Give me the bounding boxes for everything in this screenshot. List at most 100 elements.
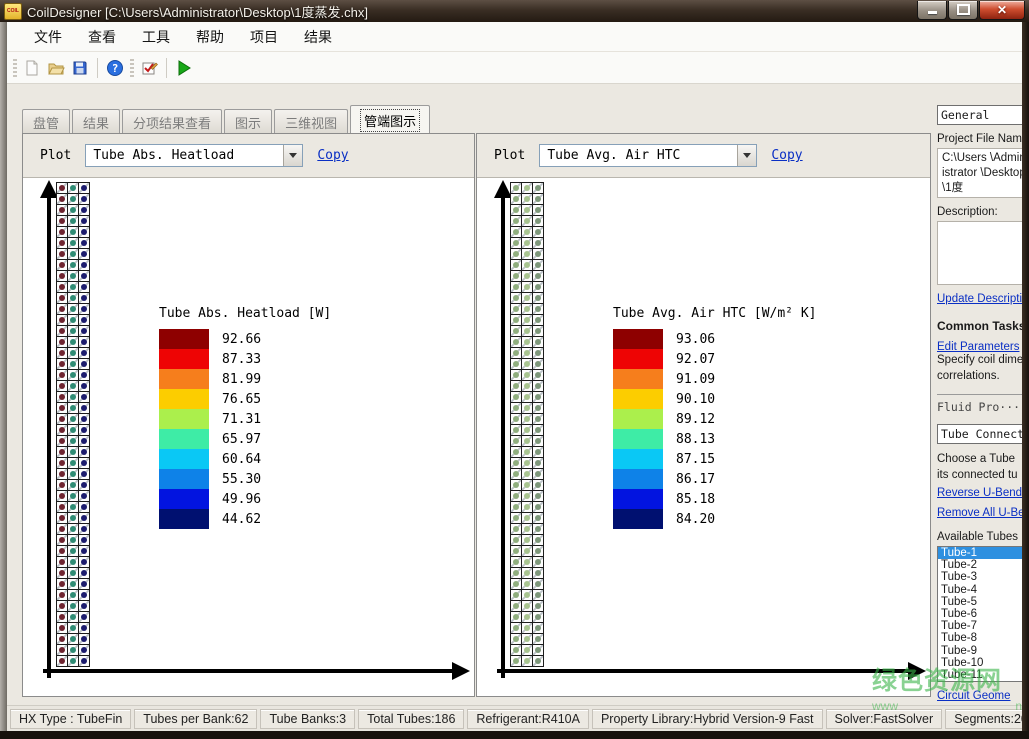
tube-cell [79, 348, 89, 358]
dropdown-button[interactable] [283, 145, 302, 166]
tube-cell [533, 194, 543, 204]
validate-button[interactable] [137, 56, 161, 80]
tube-dot [59, 526, 65, 532]
reverse-ubends-link[interactable]: Reverse U-Bends [937, 487, 1022, 499]
menu-item-4[interactable]: 帮助 [183, 22, 237, 52]
tube-dot [535, 295, 541, 301]
tube-dot [535, 240, 541, 246]
tube-dot [535, 603, 541, 609]
plot-header: Plot Tube Avg. Air HTC Copy [477, 134, 930, 178]
toolbar-grip [13, 59, 17, 77]
tube-dot [524, 570, 530, 576]
tube-cell [511, 238, 521, 248]
project-path-box[interactable]: C:\Users \Administrator \Desktop\1度 [937, 148, 1022, 198]
list-item-tube-7[interactable]: Tube-7 [938, 620, 1022, 632]
legend-entry: 87.15 [613, 449, 817, 469]
tube-cell [522, 216, 532, 226]
status-item-3: Tube Banks:3 [260, 709, 355, 729]
tube-dot [535, 273, 541, 279]
tab-盘管[interactable]: 盘管 [22, 109, 70, 133]
tube-cell [57, 436, 67, 446]
run-button[interactable] [172, 56, 196, 80]
tube-cell [522, 348, 532, 358]
menu-item-2[interactable]: 查看 [75, 22, 129, 52]
tube-cell [511, 282, 521, 292]
circuit-geometry-link[interactable]: Circuit Geome [937, 690, 1022, 701]
tube-dot [70, 273, 76, 279]
tab-三维视图[interactable]: 三维视图 [274, 109, 348, 133]
menu-item-6[interactable]: 结果 [291, 22, 345, 52]
remove-all-ubends-link[interactable]: Remove All U-Bends [937, 507, 1022, 519]
plot-type-dropdown[interactable]: Tube Avg. Air HTC [539, 144, 757, 167]
section-fluid-properties[interactable]: Fluid Pro··· [937, 394, 1022, 414]
new-document-button[interactable] [20, 56, 44, 80]
tube-cell [522, 282, 532, 292]
description-textarea[interactable] [937, 221, 1022, 285]
save-button[interactable] [68, 56, 92, 80]
tube-cell [68, 370, 78, 380]
tube-cell [522, 491, 532, 501]
tube-dot [524, 636, 530, 642]
legend-entry: 44.62 [159, 509, 331, 529]
dropdown-button[interactable] [737, 145, 756, 166]
menu-item-1[interactable]: 文件 [21, 22, 75, 52]
copy-link[interactable]: Copy [317, 148, 348, 163]
legend-entry: 93.06 [613, 329, 817, 349]
list-item-tube-1[interactable]: Tube-1 [938, 547, 1022, 559]
tube-dot [513, 515, 519, 521]
copy-link[interactable]: Copy [771, 148, 802, 163]
open-file-button[interactable] [44, 56, 68, 80]
legend-color-swatch [159, 409, 209, 429]
list-item-tube-6[interactable]: Tube-6 [938, 608, 1022, 620]
tube-cell [533, 183, 543, 193]
tube-dot [59, 361, 65, 367]
list-item-tube-9[interactable]: Tube-9 [938, 645, 1022, 657]
tube-dot [59, 372, 65, 378]
menu-item-5[interactable]: 项目 [237, 22, 291, 52]
list-item-tube-4[interactable]: Tube-4 [938, 584, 1022, 596]
legend-entry: 86.17 [613, 469, 817, 489]
list-item-tube-10[interactable]: Tube-10 [938, 657, 1022, 669]
tube-cell [57, 535, 67, 545]
tube-dot [513, 273, 519, 279]
close-button[interactable]: ✕ [979, 1, 1025, 20]
tab-结果[interactable]: 结果 [72, 109, 120, 133]
tube-dot [524, 625, 530, 631]
tube-dot [59, 493, 65, 499]
tab-图示[interactable]: 图示 [224, 109, 272, 133]
tube-cell [511, 590, 521, 600]
status-item-1: HX Type : TubeFin [10, 709, 131, 729]
available-tubes-listbox[interactable]: Tube-1Tube-2Tube-3Tube-4Tube-5Tube-6Tube… [937, 546, 1022, 682]
tube-dot [81, 614, 87, 620]
tube-dot [81, 471, 87, 477]
list-item-tube-2[interactable]: Tube-2 [938, 559, 1022, 571]
tube-dot [513, 493, 519, 499]
tube-dot [524, 592, 530, 598]
tube-dot [513, 504, 519, 510]
tube-dot [513, 185, 519, 191]
tube-cell [511, 601, 521, 611]
tube-dot [535, 449, 541, 455]
tube-cell [533, 238, 543, 248]
tube-dot [535, 647, 541, 653]
menu-item-3[interactable]: 工具 [129, 22, 183, 52]
help-button[interactable]: ? [103, 56, 127, 80]
tube-dot [81, 548, 87, 554]
edit-parameters-link[interactable]: Edit Parameters [937, 341, 1022, 353]
list-item-tube-8[interactable]: Tube-8 [938, 632, 1022, 644]
maximize-button[interactable] [948, 1, 978, 20]
legend-color-swatch [613, 409, 663, 429]
tube-cell [533, 293, 543, 303]
tube-cell [68, 502, 78, 512]
tube-cell [511, 513, 521, 523]
plot-type-dropdown[interactable]: Tube Abs. Heatload [85, 144, 303, 167]
update-description-link[interactable]: Update Description [937, 293, 1022, 305]
list-item-tube-5[interactable]: Tube-5 [938, 596, 1022, 608]
list-item-tube-11[interactable]: Tube-11 [938, 669, 1022, 681]
tab-分项结果查看[interactable]: 分项结果查看 [122, 109, 222, 133]
list-item-tube-3[interactable]: Tube-3 [938, 571, 1022, 583]
tab-管端图示[interactable]: 管端图示 [350, 105, 430, 133]
minimize-button[interactable] [917, 1, 947, 20]
tube-cell [533, 260, 543, 270]
tube-dot [535, 548, 541, 554]
